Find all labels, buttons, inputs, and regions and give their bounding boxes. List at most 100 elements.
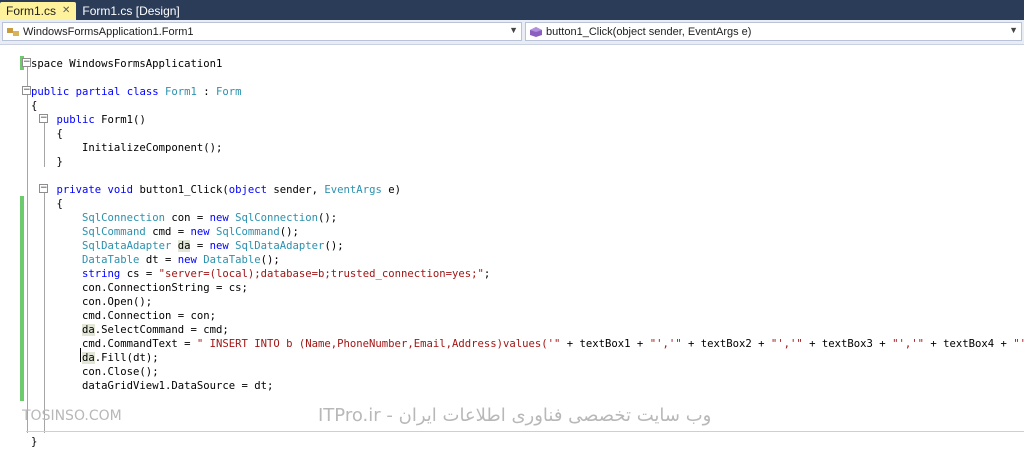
outline-guide	[27, 67, 28, 433]
tab-form1-design[interactable]: Form1.cs [Design]	[76, 2, 185, 20]
code-token: cs =	[120, 268, 159, 280]
code-token: public	[56, 114, 102, 126]
tab-form1-cs[interactable]: Form1.cs ✕	[0, 2, 77, 20]
code-token: class	[126, 86, 165, 98]
code-token: string	[82, 268, 121, 280]
code-line[interactable]: space WindowsFormsApplication1	[31, 57, 222, 71]
close-icon[interactable]: ✕	[62, 2, 70, 20]
code-token: private	[56, 184, 108, 196]
code-line[interactable]: cmd.CommandText = " INSERT INTO b (Name,…	[31, 337, 1024, 351]
code-token: SqlCommand	[215, 226, 280, 238]
code-line[interactable]: da.SelectCommand = cmd;	[31, 323, 229, 337]
code-token: new	[177, 254, 204, 266]
code-token: EventArgs	[324, 184, 382, 196]
code-token: ;	[483, 268, 491, 280]
code-token: da	[82, 352, 95, 364]
code-token: InitializeComponent();	[82, 142, 223, 154]
code-line[interactable]: {	[31, 99, 37, 113]
code-token: SqlCommand	[82, 226, 146, 238]
code-line[interactable]: public Form1()	[31, 113, 146, 127]
code-token: "','"	[892, 338, 924, 350]
code-token: .SelectCommand = cmd;	[94, 324, 229, 336]
code-token: "server=(local);database=b;trusted_conne…	[158, 268, 484, 280]
code-line[interactable]: SqlDataAdapter da = new SqlDataAdapter()…	[31, 239, 344, 253]
code-line[interactable]: cmd.Connection = con;	[31, 309, 216, 323]
code-line[interactable]: da.Fill(dt);	[31, 351, 159, 365]
code-token: ();	[260, 254, 280, 266]
code-token: {	[56, 128, 63, 140]
code-token: + textBox2 +	[681, 338, 771, 350]
code-editor[interactable]: − − − − space WindowsFormsApplication1 pu…	[0, 45, 1024, 448]
code-line[interactable]: SqlConnection con = new SqlConnection();	[31, 211, 337, 225]
watermark-left: TOSINSO.COM	[22, 408, 122, 424]
code-token: con.ConnectionString = cs;	[82, 282, 248, 294]
watermark-center: ITPro.ir - وب سایت تخصصی فناوری اطلاعات …	[318, 405, 712, 426]
member-dropdown-value: button1_Click(object sender, EventArgs e…	[546, 25, 752, 38]
code-token: ();	[318, 212, 338, 224]
change-indicator	[20, 196, 24, 401]
method-icon	[529, 26, 543, 38]
code-line[interactable]: }	[31, 435, 37, 449]
member-dropdown[interactable]: button1_Click(object sender, EventArgs e…	[525, 22, 1022, 41]
navigation-bar: WindowsFormsApplication1.Form1 ▼ button1…	[0, 20, 1024, 45]
code-line[interactable]: {	[31, 127, 63, 141]
code-token: SqlConnection	[82, 212, 165, 224]
collapse-toggle[interactable]: −	[22, 86, 31, 95]
code-token: SqlDataAdapter	[82, 240, 172, 252]
code-token: " INSERT INTO b (Name,PhoneNumber,Email,…	[196, 338, 561, 350]
code-token: ();	[324, 240, 344, 252]
code-token: button1_Click(	[139, 184, 229, 196]
code-line[interactable]: dataGridView1.DataSource = dt;	[31, 379, 273, 393]
collapse-toggle[interactable]: −	[22, 58, 31, 67]
chevron-down-icon[interactable]: ▼	[1009, 25, 1018, 35]
code-token: :	[196, 86, 216, 98]
code-token: {	[56, 198, 63, 210]
code-token: con.Open();	[82, 296, 153, 308]
code-line[interactable]: DataTable dt = new DataTable();	[31, 253, 280, 267]
code-token: public	[31, 86, 76, 98]
code-token: Form1	[164, 86, 197, 98]
code-token: "','"	[649, 338, 682, 350]
code-line[interactable]: {	[31, 197, 63, 211]
code-token: new	[209, 212, 236, 224]
code-token: con =	[164, 212, 210, 224]
type-dropdown[interactable]: WindowsFormsApplication1.Form1 ▼	[2, 22, 522, 41]
code-line[interactable]: public partial class Form1 : Form	[31, 85, 242, 99]
code-token: "'); "	[1013, 338, 1024, 350]
code-token: dataGridView1.DataSource = dt;	[82, 380, 274, 392]
code-line[interactable]: InitializeComponent();	[31, 141, 222, 155]
code-token: DataTable	[203, 254, 261, 266]
code-token: DataTable	[82, 254, 140, 266]
code-token: object	[228, 184, 268, 196]
code-line[interactable]: string cs = "server=(local);database=b;t…	[31, 267, 490, 281]
code-token: sender,	[267, 184, 325, 196]
code-line[interactable]: }	[31, 155, 63, 169]
code-line[interactable]: SqlCommand cmd = new SqlCommand();	[31, 225, 299, 239]
document-tab-strip: Form1.cs ✕ Form1.cs [Design]	[0, 0, 1024, 20]
chevron-down-icon[interactable]: ▼	[509, 25, 518, 35]
code-token: Form1()	[101, 114, 146, 126]
code-line[interactable]: con.ConnectionString = cs;	[31, 281, 248, 295]
code-line[interactable]: private void button1_Click(object sender…	[31, 183, 401, 197]
code-line[interactable]: con.Open();	[31, 295, 152, 309]
code-line[interactable]: con.Close();	[31, 365, 159, 379]
code-token: da	[82, 324, 95, 336]
